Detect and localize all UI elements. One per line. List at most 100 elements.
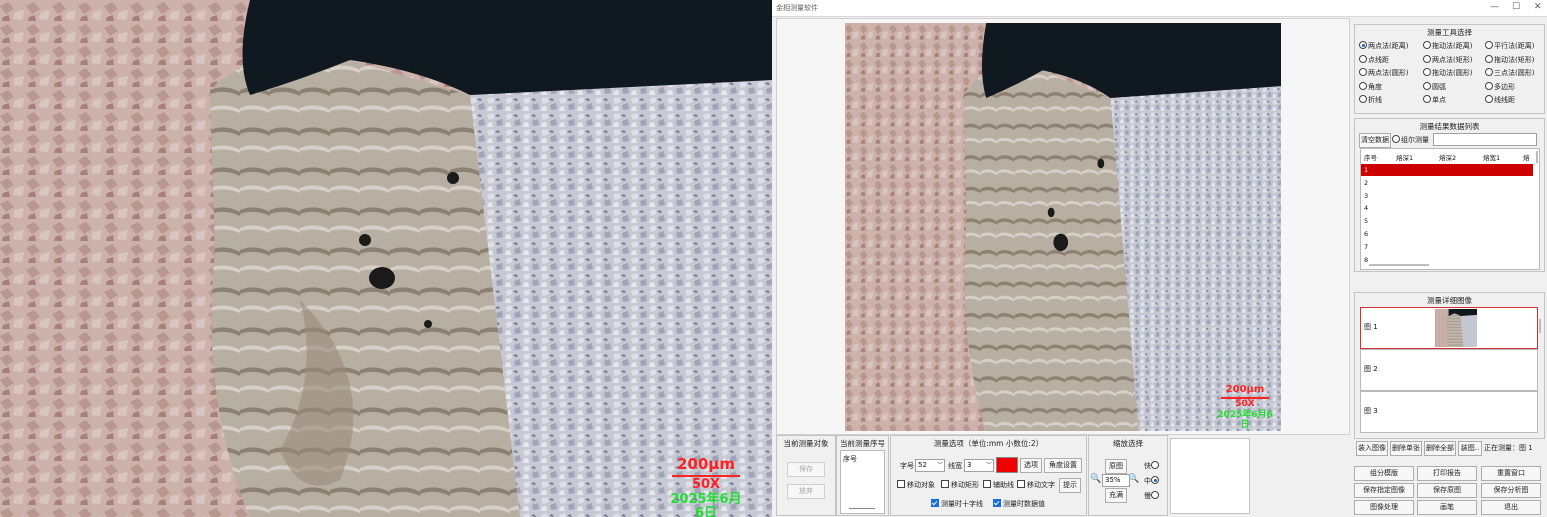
minimize-icon[interactable]: — bbox=[1490, 2, 1499, 12]
font-size-select[interactable]: 52 ﹀ bbox=[915, 459, 945, 472]
table-row[interactable]: 2 bbox=[1361, 177, 1533, 189]
tool-option-3[interactable]: 点线距 bbox=[1359, 54, 1389, 65]
table-row[interactable]: 1 bbox=[1361, 164, 1533, 176]
speed-fast-radio[interactable] bbox=[1151, 461, 1159, 469]
table-row[interactable]: 6 bbox=[1361, 228, 1533, 240]
tool-radio-4[interactable] bbox=[1423, 54, 1431, 63]
thumbnail-3[interactable]: 图 3 bbox=[1360, 391, 1538, 433]
hint-button[interactable]: 提示 bbox=[1059, 478, 1081, 493]
move-rect-checkbox[interactable] bbox=[941, 480, 949, 488]
tool-option-14[interactable]: 线线距 bbox=[1485, 95, 1515, 105]
bottom-button-0-0[interactable]: 组分模版 bbox=[1354, 466, 1414, 481]
bottom-button-0-1[interactable]: 打印报告 bbox=[1417, 466, 1477, 481]
table-row[interactable]: 3 bbox=[1361, 190, 1533, 202]
discard-object-button[interactable]: 放弃 bbox=[787, 484, 825, 499]
save-object-button[interactable]: 保存 bbox=[787, 462, 825, 477]
image-viewer[interactable]: 200μm 50X 2025年6月6日 bbox=[776, 18, 1350, 435]
table-row[interactable]: 5 bbox=[1361, 215, 1533, 227]
bottom-button-2-2[interactable]: 退出 bbox=[1481, 500, 1541, 515]
tool-radio-7[interactable] bbox=[1423, 68, 1431, 76]
bottom-button-2-1[interactable]: 画笔 bbox=[1417, 500, 1477, 515]
tool-option-8[interactable]: 三点法(圆形) bbox=[1485, 68, 1534, 78]
clear-data-button[interactable]: 清空数据 bbox=[1359, 133, 1391, 148]
aux-line-option[interactable]: 辅助线 bbox=[983, 480, 1014, 490]
tool-option-6[interactable]: 两点法(圆形) bbox=[1359, 68, 1408, 78]
tool-radio-3[interactable] bbox=[1359, 54, 1367, 63]
continuous-measure-option[interactable]: 组尔测量 bbox=[1392, 135, 1429, 145]
close-icon[interactable]: ✕ bbox=[1534, 2, 1542, 12]
seq-list[interactable]: 序号 bbox=[840, 450, 885, 514]
aux-line-checkbox[interactable] bbox=[983, 480, 991, 488]
speed-slow-option[interactable]: 慢 bbox=[1144, 491, 1160, 501]
table-row[interactable]: 4 bbox=[1361, 202, 1533, 214]
tool-radio-0[interactable] bbox=[1359, 41, 1367, 49]
results-vscrollbar[interactable] bbox=[1536, 151, 1538, 163]
load-image-more-button[interactable]: 装图.. bbox=[1458, 441, 1482, 456]
delete-single-button[interactable]: 删除单张 bbox=[1390, 441, 1422, 456]
tool-option-7[interactable]: 拖动法(圆形) bbox=[1423, 68, 1472, 78]
bottom-button-0-2[interactable]: 重置窗口 bbox=[1481, 466, 1541, 481]
tool-option-0[interactable]: 两点法(距离) bbox=[1359, 41, 1408, 51]
tool-radio-5[interactable] bbox=[1485, 54, 1493, 63]
tool-option-5[interactable]: 拖动法(矩形) bbox=[1485, 54, 1534, 65]
zoom-value-field[interactable]: 35% bbox=[1102, 474, 1130, 487]
line-width-select[interactable]: 3 ﹀ bbox=[964, 459, 994, 472]
tool-option-12[interactable]: 折线 bbox=[1359, 95, 1382, 105]
move-object-option[interactable]: 移动对象 bbox=[897, 480, 935, 490]
crosshair-checkbox[interactable] bbox=[931, 499, 939, 507]
zoom-out-icon[interactable]: 🔍 bbox=[1090, 474, 1101, 484]
tool-radio-11[interactable] bbox=[1485, 81, 1493, 90]
bottom-button-1-2[interactable]: 保存分析图 bbox=[1481, 483, 1541, 498]
show-value-checkbox[interactable] bbox=[993, 499, 1001, 507]
tool-radio-9[interactable] bbox=[1359, 81, 1367, 90]
tool-radio-14[interactable] bbox=[1485, 95, 1493, 103]
results-list[interactable]: 序号 熔深1 熔深2 熔宽1 熔宽 12345678 bbox=[1360, 148, 1540, 270]
tool-radio-1[interactable] bbox=[1423, 41, 1431, 49]
thumbnail-1-label: 图 1 bbox=[1364, 323, 1378, 331]
tool-radio-13[interactable] bbox=[1423, 95, 1431, 103]
fill-button[interactable]: 充满 bbox=[1105, 488, 1127, 503]
table-row[interactable]: 7 bbox=[1361, 241, 1533, 253]
tool-option-13[interactable]: 单点 bbox=[1423, 95, 1446, 105]
tool-option-2[interactable]: 平行法(距离) bbox=[1485, 41, 1534, 51]
speed-fast-option[interactable]: 快 bbox=[1144, 461, 1160, 471]
move-text-option[interactable]: 移动文字 bbox=[1017, 480, 1055, 490]
tool-radio-6[interactable] bbox=[1359, 68, 1367, 76]
thumbnail-1[interactable]: 图 1 bbox=[1360, 307, 1538, 349]
move-rect-option[interactable]: 移动矩形 bbox=[941, 480, 979, 490]
tool-option-9[interactable]: 角度 bbox=[1359, 81, 1382, 92]
angle-settings-button[interactable]: 角度设置 bbox=[1044, 458, 1082, 473]
move-object-checkbox[interactable] bbox=[897, 480, 905, 488]
continuous-radio[interactable] bbox=[1392, 135, 1400, 143]
tool-option-11[interactable]: 多边形 bbox=[1485, 81, 1515, 92]
tool-option-4[interactable]: 两点法(矩形) bbox=[1423, 54, 1472, 65]
tool-option-1[interactable]: 拖动法(距离) bbox=[1423, 41, 1472, 51]
show-value-option[interactable]: 测量时数据值 bbox=[993, 499, 1045, 509]
tool-radio-2[interactable] bbox=[1485, 41, 1493, 49]
delete-all-button[interactable]: 删除全部 bbox=[1424, 441, 1456, 456]
crosshair-option[interactable]: 测量时十字线 bbox=[931, 499, 983, 509]
thumbnail-2[interactable]: 图 2 bbox=[1360, 349, 1538, 391]
original-size-button[interactable]: 原图 bbox=[1105, 459, 1127, 474]
viewer-image[interactable]: 200μm 50X 2025年6月6日 bbox=[845, 23, 1281, 431]
speed-mid-option[interactable]: 中 bbox=[1144, 476, 1160, 486]
load-image-button[interactable]: 装入图像 bbox=[1356, 441, 1388, 456]
bottom-button-1-1[interactable]: 保存原图 bbox=[1417, 483, 1477, 498]
tool-radio-10[interactable] bbox=[1423, 81, 1431, 90]
seq-scrollbar[interactable] bbox=[849, 508, 875, 509]
thumbnail-scrollbar[interactable] bbox=[1539, 319, 1541, 333]
bottom-button-1-0[interactable]: 保存指定图像 bbox=[1354, 483, 1414, 498]
tool-radio-8[interactable] bbox=[1485, 68, 1493, 76]
speed-mid-radio[interactable] bbox=[1151, 476, 1159, 484]
color-swatch[interactable] bbox=[996, 457, 1018, 473]
zoom-in-icon[interactable]: 🔍 bbox=[1128, 474, 1139, 484]
maximize-icon[interactable]: ☐ bbox=[1512, 2, 1520, 12]
speed-slow-radio[interactable] bbox=[1151, 491, 1159, 499]
tool-option-10[interactable]: 圆弧 bbox=[1423, 81, 1446, 92]
move-text-checkbox[interactable] bbox=[1017, 480, 1025, 488]
color-option-button[interactable]: 选项 bbox=[1020, 458, 1042, 473]
results-hscrollbar[interactable] bbox=[1369, 264, 1429, 266]
results-filter-field[interactable] bbox=[1433, 133, 1537, 146]
tool-radio-12[interactable] bbox=[1359, 95, 1367, 103]
bottom-button-2-0[interactable]: 图像处理 bbox=[1354, 500, 1414, 515]
